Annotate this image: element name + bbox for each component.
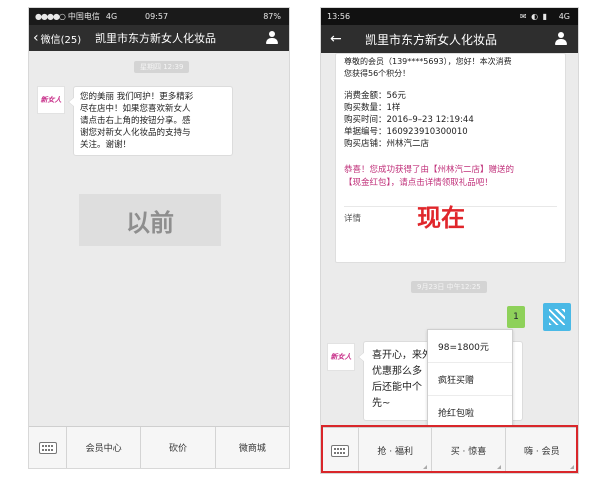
before-label: 以前 [126, 208, 174, 237]
detail-row: 购买时间：2016–9–23 12:19:44 [344, 115, 474, 125]
detail-row: 购买数量：1样 [344, 103, 401, 113]
back-label: 微信(25) [40, 34, 82, 46]
detail-row: 消费金额：56元 [344, 91, 406, 101]
menu-member-center[interactable]: 会员中心 [67, 427, 142, 468]
back-button[interactable]: ‹ 微信(25) [33, 30, 81, 46]
menu-bargain[interactable]: 砍价 [141, 427, 216, 468]
message-line: 谢您对新女人化妆品的支持与 [80, 128, 191, 138]
battery-label: 87% [263, 12, 281, 21]
unread-badge: 1 [507, 306, 525, 328]
avatar[interactable]: 新女人 [37, 86, 65, 114]
submenu-item[interactable]: 98=1800元 [428, 330, 512, 363]
nav-bar: ← 凯里市东方新女人化妆品 [321, 25, 578, 53]
message-line: 尽在店中！如果您喜欢新女人 [80, 104, 191, 114]
status-time: 13:56 [327, 12, 351, 21]
message-bubble[interactable]: 您的美丽 我们呵护！更多精彩 尽在店中！如果您喜欢新女人 请点击右上角的按钮分享… [68, 86, 233, 156]
detail-row: 单据编号：160923910300010 [344, 127, 468, 137]
greeting-line: 您获得56个积分！ [344, 69, 411, 78]
detail-row: 购买店铺：州林汽二店 [344, 139, 430, 149]
message-line: 您的美丽 我们呵护！更多精彩 [80, 92, 194, 102]
status-bar: 13:56 ✉ ◐ ▮ 4G [321, 8, 578, 25]
message-line: 请点击右上角的按钮分享。感 [80, 116, 191, 126]
nav-bar: ‹ 微信(25) 凯里市东方新女人化妆品 [29, 25, 289, 51]
chevron-left-icon: ‹ [33, 30, 39, 46]
highlight-box [321, 425, 578, 473]
carrier-label: 中国电信 [67, 12, 100, 21]
status-time: 09:57 [145, 12, 169, 21]
network-label: 4G [558, 12, 570, 21]
now-label: 现在 [417, 204, 465, 232]
menu-bar: 会员中心 砍价 微商城 [29, 426, 289, 468]
message-line: 关注。谢谢！ [80, 140, 132, 150]
contact-info-icon[interactable] [554, 32, 568, 46]
back-arrow-icon[interactable]: ← [330, 31, 342, 47]
qr-icon[interactable] [543, 303, 571, 331]
status-bar: ●●●●○ 中国电信 4G 09:57 87% [29, 8, 289, 25]
phone-before: ●●●●○ 中国电信 4G 09:57 87% ‹ 微信(25) 凯里市东方新女… [28, 7, 290, 469]
before-label-box: 以前 [79, 194, 221, 246]
status-icons: ✉ ◐ ▮ [519, 12, 548, 21]
time-pill: 星期四 12:39 [134, 61, 190, 73]
contact-info-icon[interactable] [265, 31, 279, 45]
chat-title: 凯里市东方新女人化妆品 [95, 32, 216, 45]
promo-text: 恭喜！您成功获得了由【州林汽二店】赠送的 【现金红包】，请点击详情领取礼品吧！ [344, 165, 515, 188]
signal-icon: ●●●●○ [35, 12, 66, 21]
menu-mall[interactable]: 微商城 [216, 427, 289, 468]
submenu-popup: 98=1800元 疯狂买赠 抢红包啦 [427, 329, 513, 430]
submenu-item[interactable]: 疯狂买赠 [428, 363, 512, 396]
chat-title: 凯里市东方新女人化妆品 [365, 32, 498, 47]
avatar[interactable]: 新女人 [327, 343, 355, 371]
keyboard-toggle[interactable] [29, 427, 67, 468]
phone-now: 13:56 ✉ ◐ ▮ 4G ← 凯里市东方新女人化妆品 尊敬的会员（139**… [320, 7, 579, 474]
network-label: 4G [105, 12, 118, 21]
time-pill: 9月23日 中午12:25 [411, 281, 487, 293]
greeting-line: 尊敬的会员（139****5693），您好！本次消费 [344, 57, 512, 66]
keyboard-icon [38, 441, 57, 454]
